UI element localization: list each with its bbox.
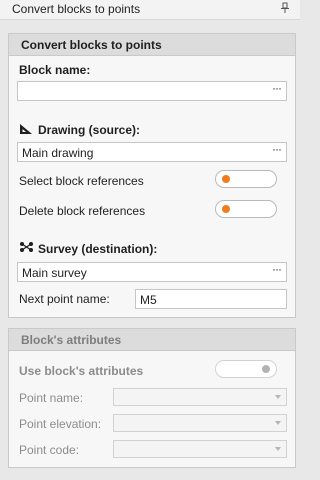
drawing-source-browse-button[interactable]: ··· [272, 142, 282, 156]
block-name-browse-button[interactable]: ··· [272, 81, 282, 95]
point-elevation-select[interactable] [113, 414, 287, 432]
drawing-source-value: Main drawing [22, 146, 94, 160]
block-attributes-header: Block's attributes [9, 329, 295, 351]
point-elevation-label: Point elevation: [19, 417, 102, 431]
delete-block-references-label: Delete block references [19, 204, 146, 218]
triangle-ruler-icon [19, 123, 33, 138]
pin-icon[interactable] [280, 2, 290, 17]
drawing-source-label: Drawing (source): [38, 123, 141, 137]
chevron-down-icon [275, 395, 281, 399]
title-bar: Convert blocks to points [0, 0, 300, 20]
use-attributes-label: Use block's attributes [19, 364, 144, 378]
select-block-references-label: Select block references [19, 174, 144, 188]
survey-destination-browse-button[interactable]: ··· [272, 262, 282, 276]
block-name-label: Block name: [19, 63, 91, 77]
toggle-knob [262, 365, 270, 373]
delete-block-references-toggle[interactable] [215, 200, 277, 218]
point-code-label: Point code: [19, 443, 80, 457]
point-name-label: Point name: [19, 391, 84, 405]
use-attributes-toggle[interactable] [215, 360, 277, 378]
next-point-name-value: M5 [140, 293, 157, 307]
block-name-field[interactable]: ··· [17, 81, 287, 101]
select-block-references-toggle[interactable] [215, 170, 277, 188]
convert-panel-header: Convert blocks to points [9, 34, 295, 56]
toggle-knob [222, 205, 230, 213]
point-name-select[interactable] [113, 388, 287, 406]
chevron-down-icon [275, 421, 281, 425]
survey-destination-label: Survey (destination): [38, 242, 158, 256]
toggle-knob [222, 175, 230, 183]
survey-destination-value: Main survey [22, 266, 87, 280]
block-attributes-panel: Block's attributes Use block's attribute… [8, 328, 296, 468]
next-point-name-input[interactable]: M5 [135, 289, 287, 309]
survey-points-icon [19, 241, 35, 256]
survey-destination-field[interactable]: Main survey ··· [17, 262, 287, 282]
next-point-name-label: Next point name: [19, 292, 110, 306]
drawing-source-field[interactable]: Main drawing ··· [17, 142, 287, 162]
window-title: Convert blocks to points [12, 2, 141, 16]
point-code-select[interactable] [113, 440, 287, 458]
chevron-down-icon [275, 447, 281, 451]
convert-panel: Convert blocks to points Block name: ···… [8, 33, 296, 318]
